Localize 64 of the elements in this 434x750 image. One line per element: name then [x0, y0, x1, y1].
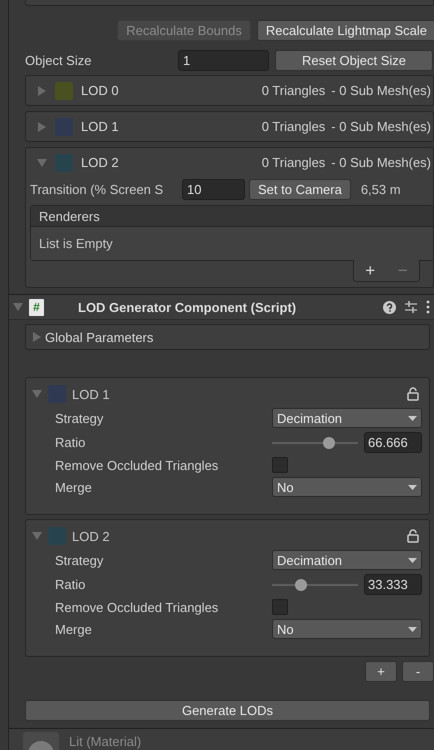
more-options-icon[interactable]	[426, 300, 430, 314]
occluded-label: Remove Occluded Triangles	[55, 600, 220, 614]
strategy-label: Strategy	[55, 552, 104, 568]
add-button[interactable]: +	[361, 260, 380, 280]
triangle-count: 0 Triangles	[262, 155, 326, 170]
toolbar-button[interactable]: Recalculate Lightmap Scale	[256, 20, 434, 41]
lod-name: LOD 1	[81, 119, 119, 134]
checkbox[interactable]	[272, 599, 288, 615]
reset-object-size-button[interactable]: Reset Object Size	[275, 50, 433, 71]
caret-icon	[408, 484, 417, 490]
collapsed-arrow-icon[interactable]	[37, 86, 47, 96]
caret-icon	[408, 626, 417, 632]
presets-icon[interactable]	[405, 301, 417, 313]
lod-name: LOD 0	[81, 83, 119, 98]
slider-thumb[interactable]	[294, 578, 307, 590]
script-icon: #	[29, 298, 44, 316]
lod-name: LOD 1	[72, 386, 110, 402]
global-parameters-foldout[interactable]: Global Parameters	[25, 324, 430, 350]
generate-lods-button[interactable]: Generate LODs	[25, 700, 430, 721]
submesh-count: - 0 Sub Mesh(es)	[331, 119, 431, 134]
submesh-count: - 0 Sub Mesh(es)	[331, 83, 431, 98]
padlock-icon[interactable]	[407, 529, 419, 543]
triangle-count: 0 Triangles	[262, 83, 326, 98]
expanded-arrow-icon[interactable]	[32, 531, 42, 541]
remove-lod-button[interactable]: -	[402, 661, 434, 682]
submesh-count: - 0 Sub Mesh(es)	[331, 155, 431, 170]
transition-field[interactable]: 10	[182, 178, 245, 200]
strategy-label: Strategy	[55, 410, 104, 426]
triangle-count: 0 Triangles	[262, 119, 326, 134]
merge-dropdown[interactable]: No	[272, 477, 422, 497]
caret-icon	[408, 416, 417, 420]
expanded-arrow-icon[interactable]	[13, 302, 23, 312]
lod-name: LOD 2	[72, 528, 110, 544]
merge-label: Merge	[55, 622, 93, 636]
collapsed-arrow-icon[interactable]	[37, 122, 47, 132]
slider-thumb[interactable]	[323, 436, 336, 448]
lod-name: LOD 2	[81, 155, 119, 170]
component-title: LOD Generator Component (Script)	[78, 300, 296, 314]
merge-dropdown[interactable]: No	[272, 619, 422, 639]
padlock-icon[interactable]	[407, 387, 419, 401]
caret-icon	[408, 558, 417, 562]
ratio-label: Ratio	[55, 435, 86, 450]
renderers-header: Renderers	[31, 206, 433, 227]
component-title: Lit (Material)	[69, 734, 142, 749]
expanded-arrow-icon[interactable]	[32, 389, 42, 399]
checkbox[interactable]	[272, 457, 288, 473]
ratio-slider-track[interactable]	[272, 436, 358, 448]
merge-label: Merge	[55, 480, 93, 494]
add-lod-button[interactable]: +	[365, 661, 397, 682]
ratio-field[interactable]: 33.333	[364, 574, 422, 595]
strategy-dropdown[interactable]: Decimation	[272, 408, 422, 428]
ratio-field[interactable]: 66.666	[364, 432, 422, 453]
object-size-label: Object Size	[25, 53, 92, 68]
transition-label: Transition (% Screen S	[30, 182, 164, 196]
distance-reading: 6,53 m	[360, 182, 401, 196]
set-to-camera-button[interactable]: Set to Camera	[249, 178, 351, 200]
help-icon[interactable]	[383, 300, 396, 314]
strategy-dropdown[interactable]: Decimation	[272, 550, 422, 570]
expanded-arrow-icon[interactable]	[37, 158, 47, 168]
ratio-label: Ratio	[55, 577, 86, 592]
occluded-label: Remove Occluded Triangles	[55, 458, 220, 472]
ratio-slider-track[interactable]	[272, 578, 358, 590]
collapsed-arrow-icon[interactable]	[32, 332, 42, 342]
object-size-field[interactable]: 1	[178, 50, 269, 71]
